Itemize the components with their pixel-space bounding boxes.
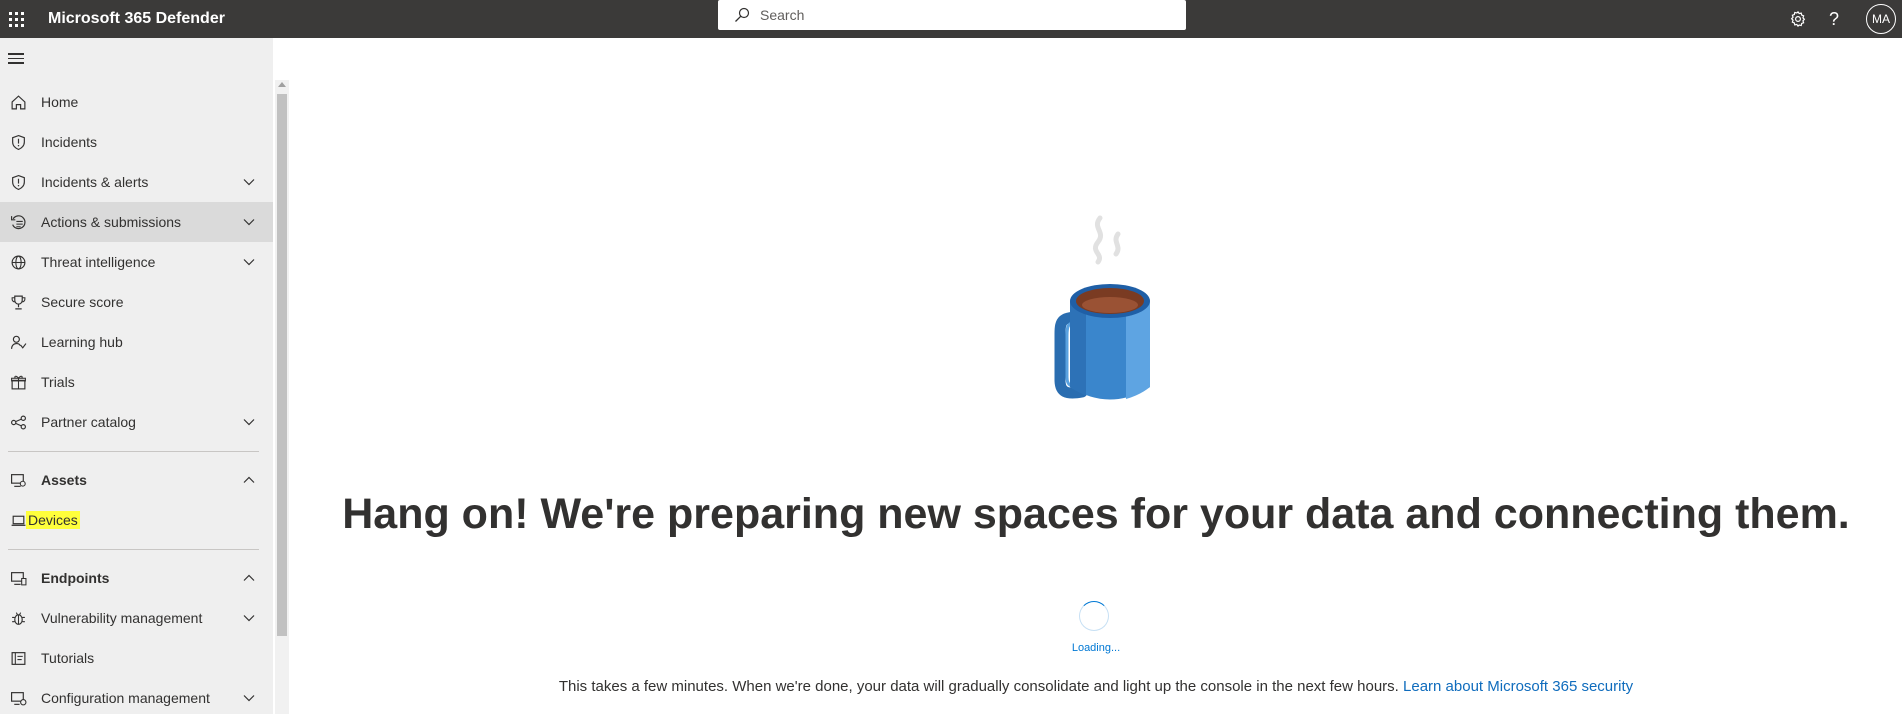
sidebar-item-label: Threat intelligence bbox=[41, 254, 156, 270]
home-icon bbox=[8, 92, 28, 112]
help-icon: ? bbox=[1828, 8, 1839, 29]
chevron-down-icon[interactable] bbox=[242, 611, 256, 625]
chevron-up-icon[interactable] bbox=[242, 571, 256, 585]
sidebar-section-assets[interactable]: Assets bbox=[0, 460, 273, 500]
main-content: Hang on! We're preparing new spaces for … bbox=[290, 38, 1902, 714]
sidebar-item-secure-score[interactable]: Secure score bbox=[0, 282, 273, 322]
footer-message: This takes a few minutes. When we're don… bbox=[290, 678, 1902, 695]
learn-more-link[interactable]: Learn about Microsoft 365 security bbox=[1403, 678, 1633, 695]
coffee-mug-illustration bbox=[1054, 215, 1150, 400]
hamburger-icon bbox=[8, 53, 24, 55]
vulnerability-icon bbox=[8, 608, 28, 628]
help-button[interactable]: ? bbox=[1816, 0, 1852, 38]
sidebar-item-label: Incidents & alerts bbox=[41, 174, 149, 190]
sidebar-item-partner-catalog[interactable]: Partner catalog bbox=[0, 402, 273, 442]
gift-icon bbox=[8, 372, 28, 392]
sidebar-item-incidents-alerts[interactable]: Incidents & alerts bbox=[0, 162, 273, 202]
sidebar-item-label: Learning hub bbox=[41, 334, 123, 350]
nav-list: Home Incidents Incidents & alerts Action… bbox=[0, 82, 273, 714]
app-launcher-button[interactable] bbox=[0, 0, 32, 38]
sidebar-item-label: Tutorials bbox=[41, 650, 95, 666]
endpoints-icon bbox=[8, 568, 28, 588]
chevron-down-icon[interactable] bbox=[242, 215, 256, 229]
waffle-icon bbox=[8, 11, 24, 27]
search-input[interactable] bbox=[760, 7, 1160, 23]
laptop-icon bbox=[8, 510, 28, 530]
page-heading: Hang on! We're preparing new spaces for … bbox=[342, 490, 1850, 538]
sidebar-item-tutorials[interactable]: Tutorials bbox=[0, 638, 273, 678]
sidebar-item-threat-intelligence[interactable]: Threat intelligence bbox=[0, 242, 273, 282]
sidebar-item-label: Incidents bbox=[41, 134, 98, 150]
sidebar-item-incidents[interactable]: Incidents bbox=[0, 122, 273, 162]
sidebar-section-label: Assets bbox=[41, 472, 87, 488]
chevron-down-icon[interactable] bbox=[242, 415, 256, 429]
nav-divider bbox=[8, 451, 259, 452]
app-title[interactable]: Microsoft 365 Defender bbox=[48, 10, 225, 28]
trophy-icon bbox=[8, 292, 28, 312]
sidebar-section-endpoints[interactable]: Endpoints bbox=[0, 558, 273, 598]
gear-icon bbox=[1790, 10, 1806, 28]
sidebar-scrollbar[interactable] bbox=[275, 80, 289, 714]
chevron-down-icon[interactable] bbox=[242, 175, 256, 189]
configuration-icon bbox=[8, 688, 28, 708]
sidebar-item-vulnerability-management[interactable]: Vulnerability management bbox=[0, 598, 273, 638]
sidebar-item-label: Devices bbox=[26, 511, 80, 529]
sidebar-item-configuration-management[interactable]: Configuration management bbox=[0, 678, 273, 714]
top-right-controls: ? MA bbox=[1780, 0, 1902, 38]
sidebar-item-label: Partner catalog bbox=[41, 414, 136, 430]
sidebar-item-label: Vulnerability management bbox=[41, 610, 203, 626]
assets-icon bbox=[8, 470, 28, 490]
actions-history-icon bbox=[8, 212, 28, 232]
search-box[interactable] bbox=[718, 0, 1186, 30]
nav-divider bbox=[8, 549, 259, 550]
sidebar-item-label: Configuration management bbox=[41, 690, 210, 706]
shield-icon bbox=[8, 172, 28, 192]
partner-network-icon bbox=[8, 412, 28, 432]
sidebar-item-home[interactable]: Home bbox=[0, 82, 273, 122]
shield-icon bbox=[8, 132, 28, 152]
sidebar: Home Incidents Incidents & alerts Action… bbox=[0, 38, 273, 714]
top-bar: Microsoft 365 Defender ? MA bbox=[0, 0, 1902, 38]
sidebar-item-label: Actions & submissions bbox=[41, 214, 182, 230]
sidebar-item-devices[interactable]: Devices bbox=[0, 500, 273, 540]
collapse-nav-button[interactable] bbox=[8, 50, 28, 66]
avatar[interactable]: MA bbox=[1866, 4, 1896, 34]
settings-button[interactable] bbox=[1780, 0, 1816, 38]
learning-person-icon bbox=[8, 332, 28, 352]
chevron-up-icon[interactable] bbox=[242, 473, 256, 487]
loading-text: Loading... bbox=[1071, 642, 1121, 654]
sidebar-item-learning-hub[interactable]: Learning hub bbox=[0, 322, 273, 362]
sidebar-item-label: Secure score bbox=[41, 294, 124, 310]
sidebar-item-actions-submissions[interactable]: Actions & submissions bbox=[0, 202, 273, 242]
scrollbar-thumb[interactable] bbox=[277, 94, 287, 636]
globe-threat-icon bbox=[8, 252, 28, 272]
sidebar-item-trials[interactable]: Trials bbox=[0, 362, 273, 402]
tutorials-icon bbox=[8, 648, 28, 668]
scroll-up-arrow-icon[interactable] bbox=[278, 82, 286, 87]
loading-spinner-icon bbox=[1079, 601, 1109, 631]
search-icon bbox=[735, 7, 750, 22]
footer-text: This takes a few minutes. When we're don… bbox=[558, 678, 1399, 695]
sidebar-section-label: Endpoints bbox=[41, 570, 110, 586]
sidebar-item-label: Trials bbox=[41, 374, 75, 390]
chevron-down-icon[interactable] bbox=[242, 255, 256, 269]
chevron-down-icon[interactable] bbox=[242, 691, 256, 705]
sidebar-item-label: Home bbox=[41, 94, 79, 110]
